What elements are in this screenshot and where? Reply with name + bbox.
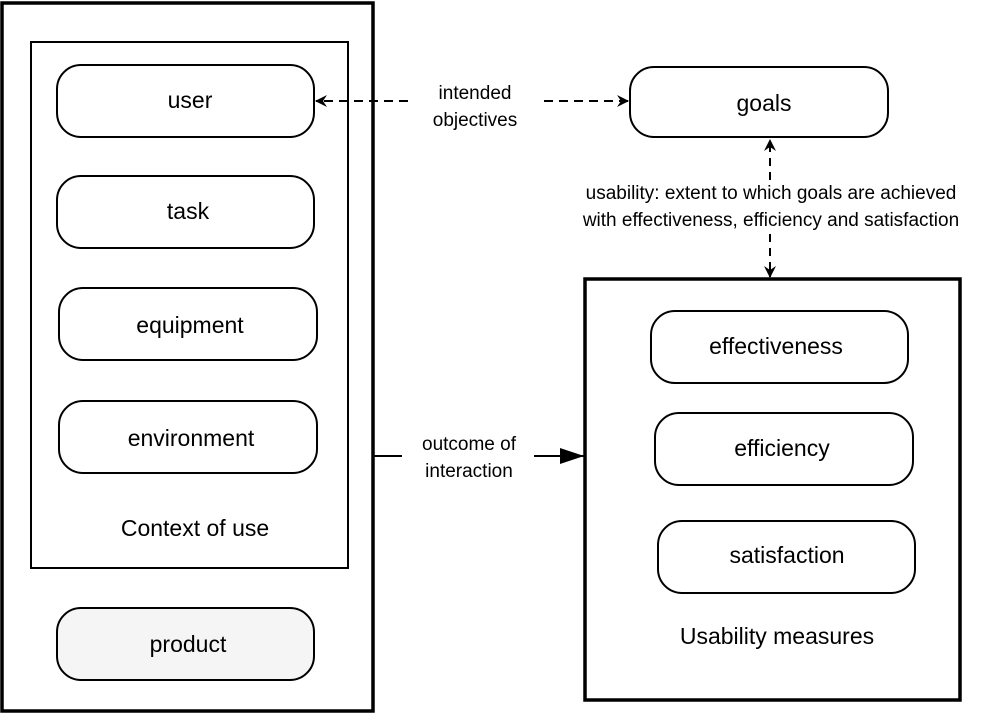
satisfaction-label: satisfaction (729, 542, 844, 568)
outcome-label: outcome of (422, 434, 517, 455)
user-label: user (168, 87, 213, 113)
effectiveness-label: effectiveness (709, 333, 843, 359)
measure-satisfaction: satisfaction (657, 520, 916, 594)
usability-measures-title: Usability measures (680, 623, 874, 649)
intended-label: intended (439, 83, 512, 104)
context-item-environment: environment (58, 400, 318, 474)
context-item-task: task (56, 175, 315, 249)
usability-definition-line2: with effectiveness, efficiency and satis… (582, 210, 959, 231)
task-label: task (167, 198, 210, 224)
interaction-label: interaction (425, 461, 513, 482)
product-label: product (150, 631, 227, 657)
efficiency-label: efficiency (734, 435, 830, 461)
measure-effectiveness: effectiveness (650, 310, 909, 384)
context-item-equipment: equipment (58, 287, 318, 361)
goals-label: goals (737, 90, 792, 116)
goals-pill: goals (629, 66, 889, 138)
environment-label: environment (128, 425, 255, 451)
usability-definition-line1: usability: extent to which goals are ach… (586, 183, 957, 204)
objectives-label: objectives (433, 110, 518, 131)
usability-diagram: user task equipment environment Context … (0, 1, 962, 713)
product-pill: product (56, 607, 315, 681)
measure-efficiency: efficiency (654, 412, 914, 486)
context-item-user: user (56, 64, 315, 138)
equipment-label: equipment (136, 312, 244, 338)
context-of-use-title: Context of use (121, 515, 269, 541)
